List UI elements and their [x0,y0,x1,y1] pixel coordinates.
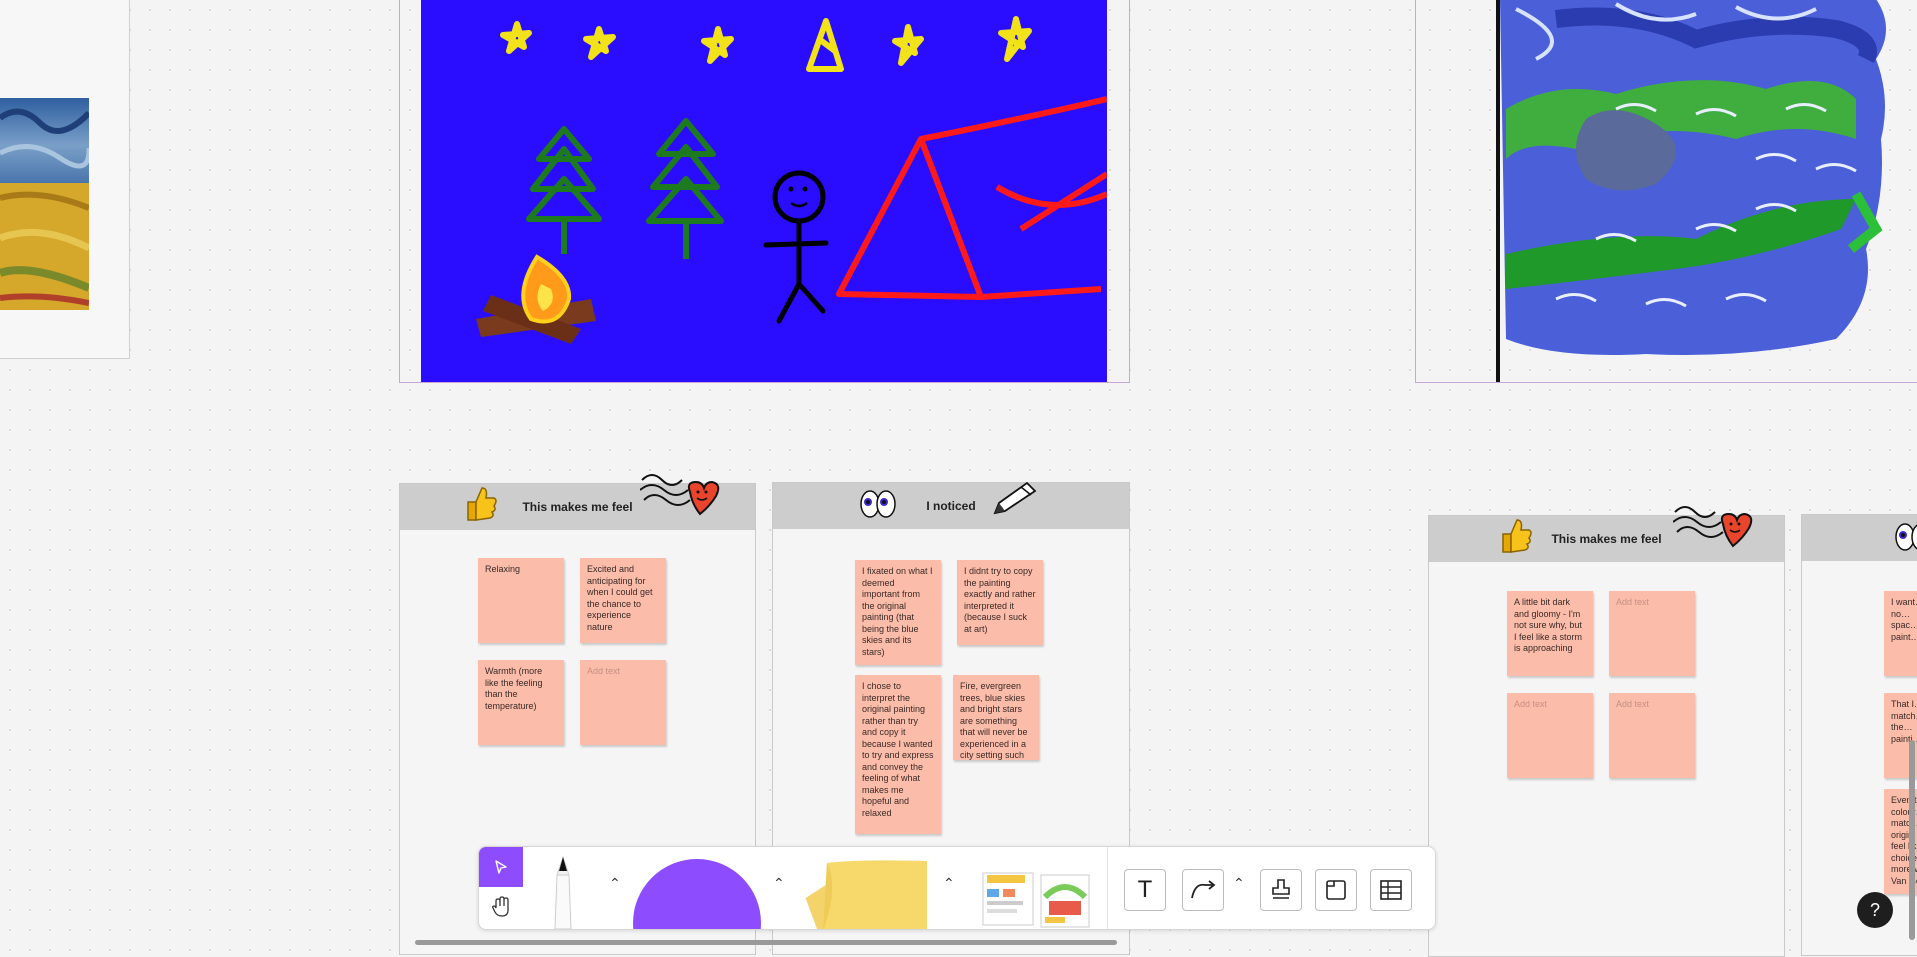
drawing-frame[interactable] [399,0,1130,383]
sticky-note-placeholder: Add text [587,666,621,676]
shape-tool-button[interactable] [629,855,765,929]
templates-button[interactable] [979,867,1095,929]
sticky-note-empty[interactable]: Add text [1609,693,1695,778]
shape-options-chevron-icon[interactable]: ⌃ [773,875,785,892]
sticky-note-text: That I… match… of the… painti… [1891,699,1917,744]
sticky-note-empty[interactable]: Add text [1609,591,1695,676]
painting-frame[interactable] [1415,0,1917,383]
thumbs-up-icon [1502,519,1532,553]
noticed-board-2[interactable]: I want… be no… spac… paint… That I… matc… [1801,514,1917,956]
board-title: This makes me feel [1551,532,1662,546]
sticky-note-icon [805,860,927,929]
section-frame-icon [1326,880,1346,900]
sticky-note[interactable]: I fixated on what I deemed important fro… [855,560,941,665]
feelings-board-2[interactable]: This makes me feel A little bit dark and… [1428,506,1785,957]
section-tool-button[interactable] [1315,869,1357,911]
stamp-tool-button[interactable] [1260,869,1302,911]
pen-options-chevron-icon[interactable]: ⌃ [609,875,621,892]
board-title: This makes me feel [522,500,633,514]
sticky-note-text: Relaxing [485,564,521,574]
toolbar-divider [1107,847,1108,929]
vertical-scrollbar[interactable] [1909,740,1915,940]
cursor-arrow-icon [495,860,507,874]
sticky-note-text: A little bit dark and gloomy - I'm not s… [1514,597,1583,653]
board-title: I noticed [926,499,976,513]
sticky-note-tool-button[interactable] [797,857,937,929]
stamp-icon [1272,879,1290,899]
sticky-note-text: Excited and anticipating for when I coul… [587,564,653,632]
sticky-note-text: I didnt try to copy the painting exactly… [964,566,1036,634]
starry-night-recreation [1496,0,1886,382]
table-tool-button[interactable] [1370,869,1412,911]
pencil-icon [993,481,1037,515]
bottom-toolbar: ⌃ ⌃ ⌃ T ⌃ [478,846,1436,930]
board-header: I noticed [773,483,1129,529]
table-icon [1380,880,1402,900]
text-tool-button[interactable]: T [1124,869,1166,911]
sticky-note-text: I chose to interpret the original painti… [862,681,934,818]
pen-icon [554,855,572,929]
sticky-note-placeholder: Add text [1616,597,1650,607]
sticky-options-chevron-icon[interactable]: ⌃ [943,875,955,892]
sticky-note-empty[interactable]: Add text [1507,693,1593,778]
wheatfield-painting [0,98,89,310]
left-image-frame[interactable] [0,0,130,359]
eyes-icon [1895,523,1917,551]
sticky-note-text: Fire, evergreen trees, blue skies and br… [960,681,1028,760]
sticky-note[interactable]: Relaxing [478,558,564,643]
connector-options-chevron-icon[interactable]: ⌃ [1233,875,1245,892]
text-tool-glyph: T [1137,876,1153,903]
templates-icon [982,872,1090,928]
connector-line-icon [1191,880,1216,899]
heart-sticker-icon [640,474,720,516]
sticky-note[interactable]: I want… be no… spac… paint… [1884,591,1917,676]
sticky-note[interactable]: I didnt try to copy the painting exactly… [957,560,1043,645]
connector-tool-button[interactable] [1182,869,1224,911]
sticky-note[interactable]: Warmth (more like the feeling than the t… [478,660,564,745]
sticky-note-placeholder: Add text [1514,699,1548,709]
select-tool-button[interactable] [479,847,523,887]
hand-tool-button[interactable] [479,887,523,927]
sticky-note[interactable]: A little bit dark and gloomy - I'm not s… [1507,591,1593,676]
horizontal-scrollbar[interactable] [415,940,1117,945]
sticky-note-empty[interactable]: Add text [580,660,666,745]
sticky-note-text: I fixated on what I deemed important fro… [862,566,933,657]
sticky-note[interactable]: Excited and anticipating for when I coul… [580,558,666,643]
hand-icon [492,896,509,917]
sticky-note[interactable]: Fire, evergreen trees, blue skies and br… [953,675,1039,760]
night-camping-drawing [421,0,1107,382]
sticky-note-text: Warmth (more like the feeling than the t… [485,666,543,711]
pen-tool-button[interactable] [541,855,585,929]
heart-sticker-icon [1673,506,1753,548]
help-button[interactable]: ? [1857,892,1893,928]
thumbs-up-icon [467,487,497,521]
eyes-icon [860,490,896,518]
sticky-note[interactable]: I chose to interpret the original painti… [855,675,941,834]
sticky-note-text: I want… be no… spac… paint… [1891,597,1917,642]
sticky-note-placeholder: Add text [1616,699,1650,709]
circle-shape-icon [633,859,761,929]
help-label: ? [1869,899,1880,920]
